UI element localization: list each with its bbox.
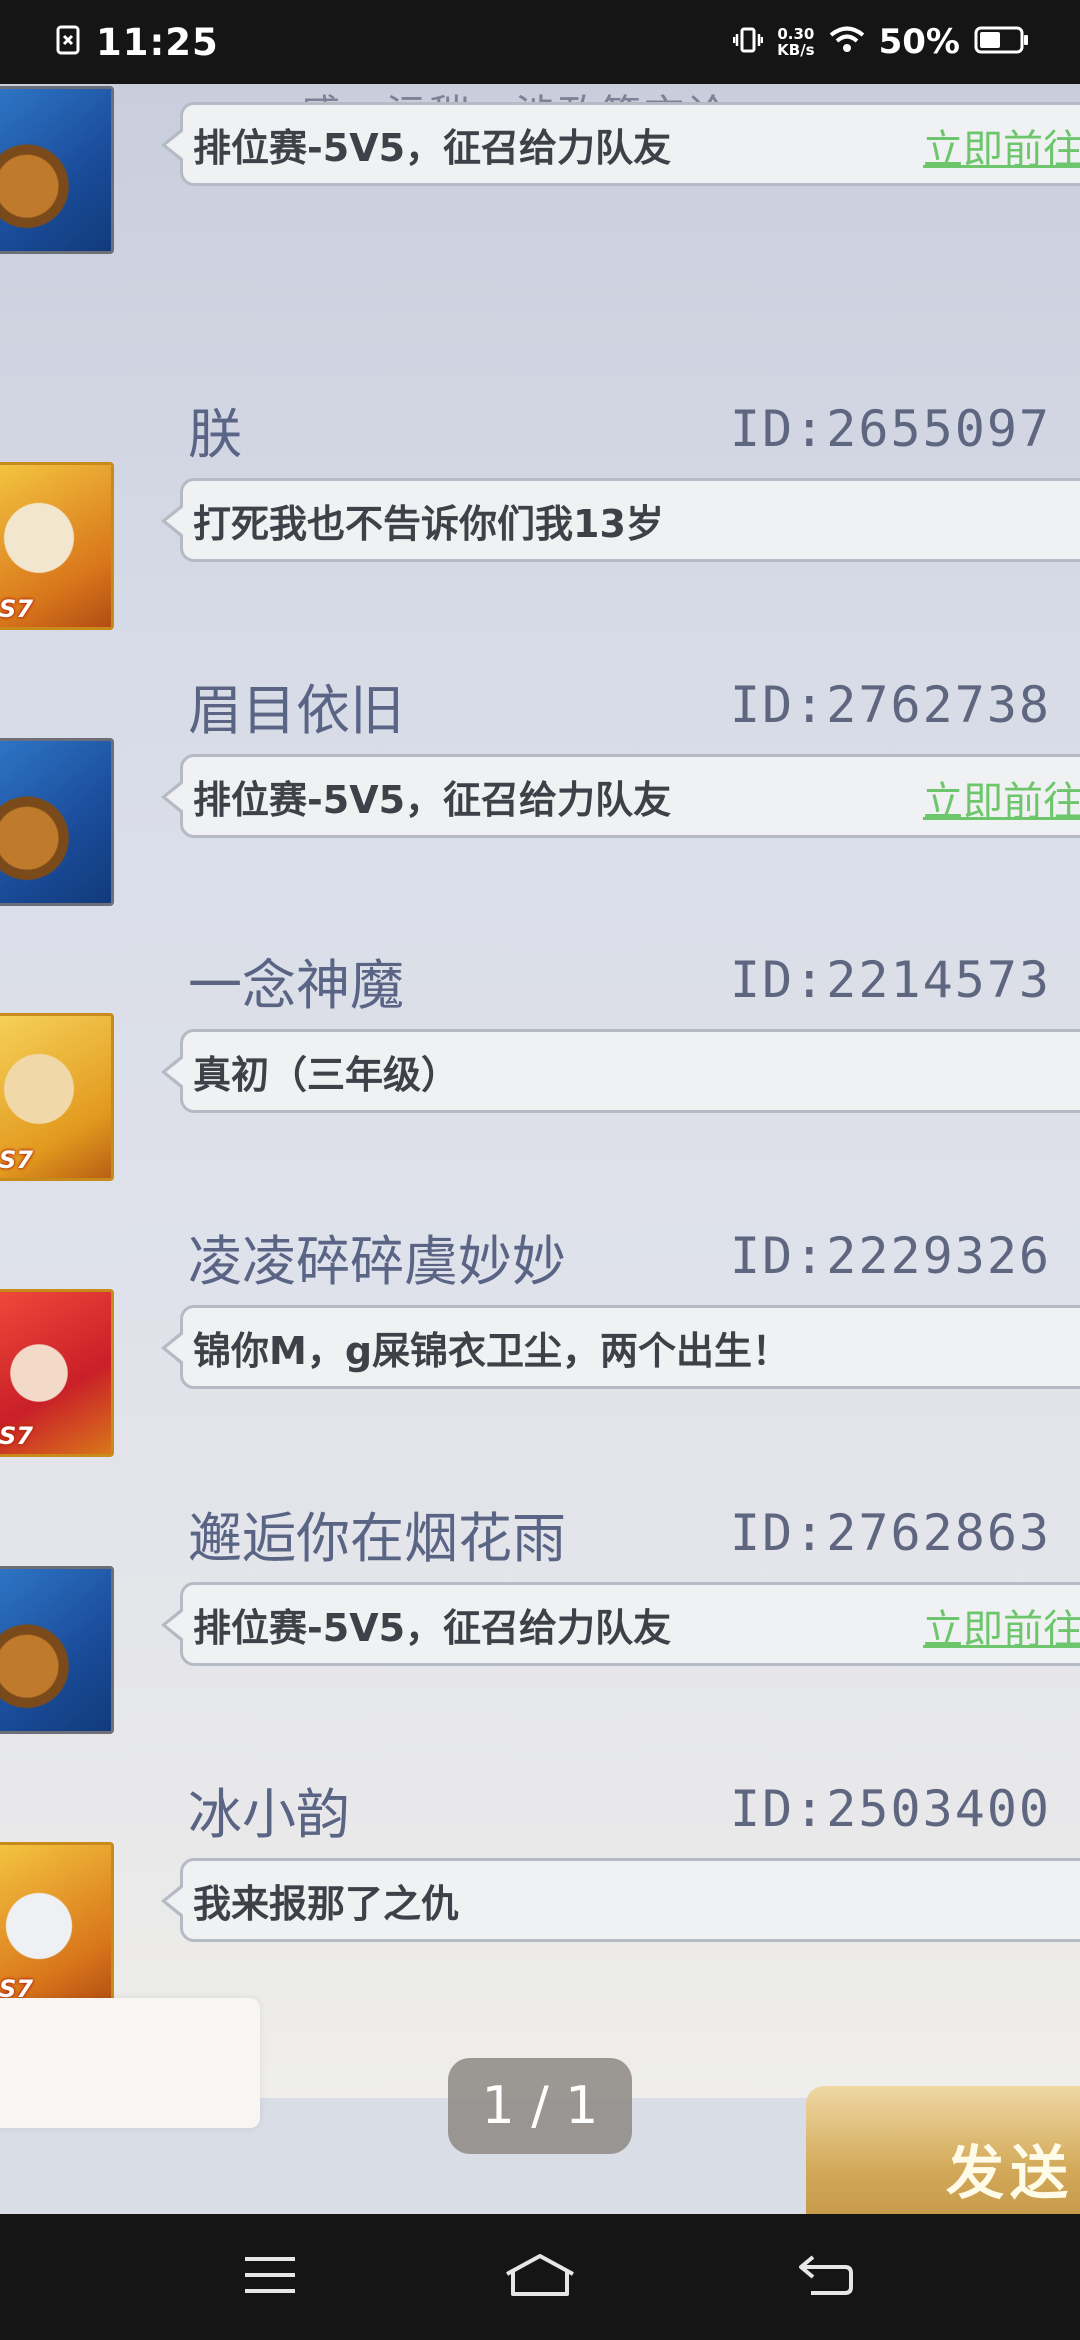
page-indicator: 1 / 1 [448,2058,632,2154]
player-id: ID:2762738 [730,676,1052,734]
battery-icon [974,25,1030,59]
message-bubble: 打死我也不告诉你们我13岁 [161,478,1080,562]
message-bubble: 我来报那了之仇 [161,1858,1080,1942]
player-id: ID:2762863 [730,1504,1052,1562]
chat-input[interactable] [0,1998,260,2128]
chat-list[interactable]: 感、污秽、涉政等言论 夏暖海* ID:2762566 排位赛-5V5，征召给力队… [0,84,1080,2098]
player-name[interactable]: 眉目依旧 [188,666,404,745]
player-avatar[interactable] [0,86,114,254]
message-text: 排位赛-5V5，征召给力队友 [193,778,672,822]
message-text: 我来报那了之仇 [193,1882,460,1926]
join-link[interactable]: 立即前往 [923,117,1080,175]
message-bubble: 锦你M，g屎锦衣卫尘，两个出生！ [161,1305,1080,1389]
back-button[interactable] [786,2244,866,2310]
chat-message: S7 冰小韵 ID:2503400 我来报那了之仇 [0,1776,1080,2016]
rank-badge: S7 [0,595,33,623]
message-text: 真初（三年级） [193,1053,460,1097]
message-bubble: 真初（三年级） [161,1029,1080,1113]
notification-icon [56,25,80,59]
message-bubble: 排位赛-5V5，征召给力队友 立即前往 [161,1582,1080,1666]
message-text: 打死我也不告诉你们我13岁 [193,502,664,546]
message-text: 排位赛-5V5，征召给力队友 [193,126,672,170]
player-id: ID:2503400 [730,1780,1052,1838]
chat-message: S7 一念神魔 ID:2214573 真初（三年级） [0,947,1080,1187]
rank-badge: S7 [0,1422,33,1450]
message-bubble: 排位赛-5V5，征召给力队友 立即前往 [161,102,1080,186]
player-avatar[interactable] [0,1566,114,1734]
player-avatar[interactable]: S7 [0,1842,114,2010]
chat-message: 邂逅你在烟花雨 ID:2762863 排位赛-5V5，征召给力队友 立即前往 [0,1500,1080,1740]
player-id: ID:2229326 [730,1227,1052,1285]
network-speed: 0.30 KB/s [777,25,815,59]
chat-message: 夏暖海* ID:2762566 排位赛-5V5，征召给力队友 立即前往 [0,84,1080,260]
player-avatar[interactable]: S7 [0,1289,114,1457]
player-name[interactable]: 夏暖海* [188,84,377,93]
player-avatar[interactable]: S7 [0,462,114,630]
chat-message: S7 凌凌碎碎虞妙妙 ID:2229326 锦你M，g屎锦衣卫尘，两个出生！ [0,1223,1080,1463]
menu-button[interactable] [230,2244,310,2310]
join-link[interactable]: 立即前往 [923,1597,1080,1655]
message-bubble: 排位赛-5V5，征召给力队友 立即前往 [161,754,1080,838]
status-bar: 11:25 0.30 KB/s 50% [0,0,1080,84]
player-name[interactable]: 一念神魔 [188,941,404,1020]
player-id: ID:2655097 [730,400,1052,458]
chat-message: 眉目依旧 ID:2762738 排位赛-5V5，征召给力队友 立即前往 [0,672,1080,912]
player-id: ID:2214573 [730,951,1052,1009]
status-time: 11:25 [96,20,219,64]
player-name[interactable]: 冰小韵 [188,1770,350,1849]
player-avatar[interactable] [0,738,114,906]
join-link[interactable]: 立即前往 [923,769,1080,827]
player-name[interactable]: 邂逅你在烟花雨 [188,1494,566,1573]
player-name[interactable]: 朕 [188,390,242,469]
home-button[interactable] [500,2244,580,2310]
message-text: 排位赛-5V5，征召给力队友 [193,1606,672,1650]
navigation-bar [0,2214,1080,2340]
message-text: 锦你M，g屎锦衣卫尘，两个出生！ [193,1329,791,1373]
player-name[interactable]: 凌凌碎碎虞妙妙 [188,1217,566,1296]
vibrate-icon [732,26,764,58]
wifi-icon [829,26,865,58]
battery-percent: 50% [878,22,960,62]
rank-badge: S7 [0,1146,33,1174]
send-label: 发送 [946,2139,1075,2207]
player-avatar[interactable]: S7 [0,1013,114,1181]
chat-message: S7 朕 ID:2655097 打死我也不告诉你们我13岁 [0,396,1080,636]
home-icon [503,2252,577,2302]
menu-icon [243,2255,297,2299]
back-icon [797,2253,855,2301]
